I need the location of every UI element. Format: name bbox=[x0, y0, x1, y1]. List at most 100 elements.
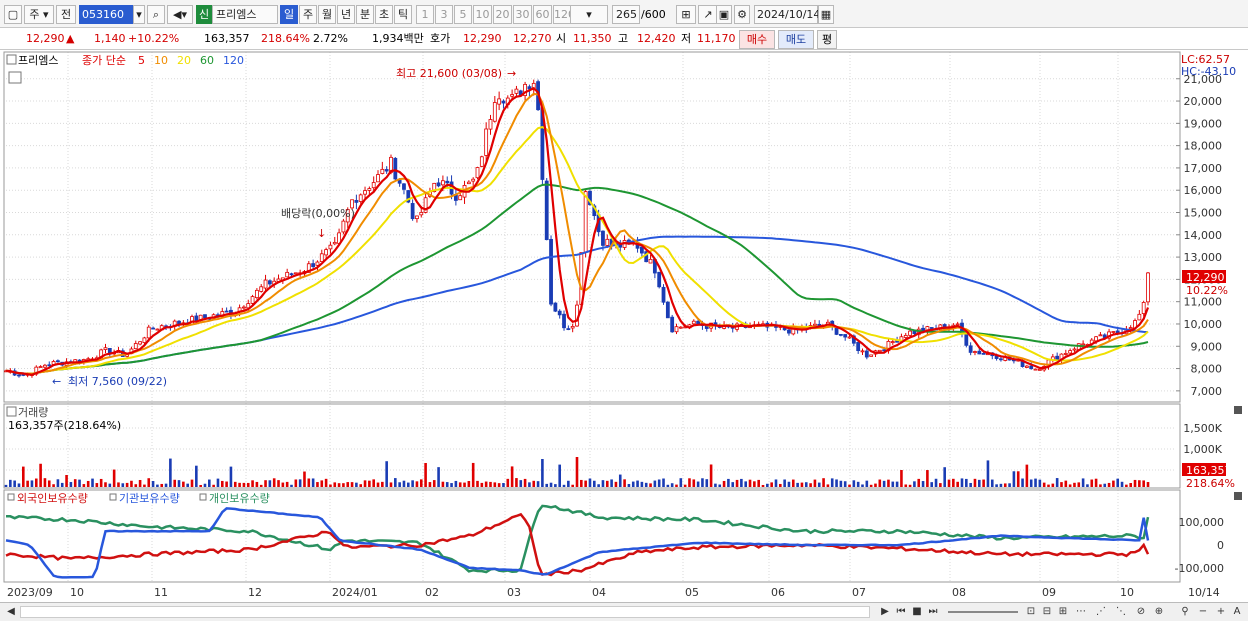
volume-close-icon[interactable] bbox=[1234, 406, 1242, 414]
candle-body bbox=[912, 330, 917, 335]
ma-period-label: 5 bbox=[138, 54, 145, 67]
period-tab[interactable]: 주 bbox=[299, 5, 317, 24]
tool-icon-7[interactable]: ⊘ bbox=[1134, 605, 1148, 619]
period-tab[interactable]: 일 bbox=[280, 5, 298, 24]
hold-tick-label: 100,000 bbox=[1179, 516, 1225, 529]
save-icon[interactable]: ▣ bbox=[716, 5, 732, 24]
scroll-right-icon[interactable]: ▶ bbox=[878, 605, 892, 619]
bid-price: 12,270 bbox=[513, 32, 552, 45]
plus-icon[interactable]: + bbox=[1214, 605, 1228, 619]
play-end-icon[interactable]: ⏭ bbox=[926, 605, 940, 619]
volume-ratio: 218.64% bbox=[261, 32, 310, 45]
tool-icon-6[interactable]: ⋱ bbox=[1114, 605, 1128, 619]
chart-area[interactable]: 21,000 20,000 19,000 18,000 17,000 16,000 15,0… bbox=[0, 50, 1248, 602]
volume-bar bbox=[774, 479, 778, 487]
table-icon[interactable] bbox=[8, 71, 22, 84]
volume-bar bbox=[770, 482, 773, 487]
high-arrow-icon: → bbox=[507, 67, 516, 80]
volume-bar bbox=[43, 478, 47, 487]
zoom-icon[interactable]: ⚲ bbox=[1178, 605, 1192, 619]
interval-tab[interactable]: 5 bbox=[454, 5, 472, 24]
eval-button[interactable]: 평 bbox=[817, 30, 837, 49]
volume-bar bbox=[1055, 478, 1059, 487]
period-tab[interactable]: 분 bbox=[356, 5, 374, 24]
tool-icon-8[interactable]: ⊕ bbox=[1152, 605, 1166, 619]
volume-bar bbox=[497, 483, 501, 487]
volume-bar bbox=[657, 479, 661, 487]
code-input[interactable]: 053160 bbox=[79, 5, 133, 24]
tool-icon-3[interactable]: ⊞ bbox=[1056, 605, 1070, 619]
interval-select[interactable]: ▾ bbox=[570, 5, 608, 24]
candle-body bbox=[367, 188, 372, 191]
tool-icon-1[interactable]: ⊡ bbox=[1024, 605, 1038, 619]
volume-bar bbox=[65, 475, 68, 487]
stop-icon[interactable]: ■ bbox=[910, 605, 924, 619]
interval-tab[interactable]: 3 bbox=[435, 5, 453, 24]
tool-icon-4[interactable]: ⋯ bbox=[1074, 605, 1088, 619]
candle-body bbox=[133, 343, 138, 350]
sell-button[interactable]: 매도 bbox=[778, 30, 814, 49]
speaker-icon[interactable]: ◀▾ bbox=[167, 5, 193, 24]
count-input[interactable]: 265 bbox=[612, 5, 640, 24]
calendar-icon[interactable]: ▦ bbox=[818, 5, 834, 24]
period-tab[interactable]: 틱 bbox=[394, 5, 412, 24]
tool-icon-2[interactable]: ⊟ bbox=[1040, 605, 1054, 619]
draw-tool-icon[interactable]: ↗ bbox=[698, 5, 718, 24]
window-icon[interactable]: ▢ bbox=[4, 5, 22, 24]
buy-button[interactable]: 매수 bbox=[739, 30, 775, 49]
zoom-slider[interactable] bbox=[948, 611, 1018, 613]
market-select[interactable]: 주 ▾ bbox=[24, 5, 54, 24]
gear-icon[interactable]: ⚙ bbox=[734, 5, 750, 24]
scroll-left-icon[interactable]: ◀ bbox=[4, 605, 18, 619]
prev-button[interactable]: 전 bbox=[56, 5, 76, 24]
panel-frames bbox=[3, 51, 1181, 583]
volume-bar bbox=[285, 481, 289, 487]
volume-bar bbox=[450, 483, 453, 487]
interval-tab[interactable]: 1 bbox=[416, 5, 434, 24]
volume-bar bbox=[268, 480, 272, 487]
date-input[interactable]: 2024/10/14 bbox=[754, 5, 820, 24]
candle-icon[interactable]: ⊞ bbox=[676, 5, 696, 24]
volume-bar bbox=[510, 466, 514, 487]
volume-bar bbox=[415, 481, 419, 487]
minus-icon[interactable]: − bbox=[1196, 605, 1210, 619]
interval-tab[interactable]: 60 bbox=[533, 5, 552, 24]
interval-tab[interactable]: 20 bbox=[493, 5, 512, 24]
volume-bar bbox=[670, 483, 674, 487]
interval-tab[interactable]: 10 bbox=[473, 5, 492, 24]
rewind-icon[interactable]: ⏮ bbox=[894, 605, 908, 619]
grid bbox=[6, 52, 1176, 582]
y-tick-label: 18,000 bbox=[1184, 140, 1223, 153]
candle-body bbox=[514, 88, 519, 94]
code-dropdown-icon[interactable]: ▾ bbox=[133, 5, 145, 24]
period-tab[interactable]: 월 bbox=[318, 5, 336, 24]
candle-body bbox=[864, 350, 869, 358]
y-tick-label: 10,000 bbox=[1184, 318, 1223, 331]
volume-bar bbox=[381, 481, 384, 487]
stock-name: 프리엠스 bbox=[212, 5, 278, 24]
volume-bar bbox=[1099, 484, 1102, 487]
candle-body bbox=[410, 203, 415, 220]
volume-bar bbox=[1064, 480, 1068, 487]
search-icon[interactable]: ⌕ bbox=[147, 5, 165, 24]
volume-bar bbox=[744, 481, 748, 487]
holding-close-icon[interactable] bbox=[1234, 492, 1242, 500]
period-tab[interactable]: 년 bbox=[337, 5, 355, 24]
hc-value: HC:-43.10 bbox=[1181, 65, 1236, 78]
dividend-arrow-icon: ↓ bbox=[317, 227, 326, 240]
volume-bar bbox=[783, 479, 786, 487]
open-price: 11,350 bbox=[573, 32, 612, 45]
font-icon[interactable]: A bbox=[1230, 605, 1244, 619]
volume-bar bbox=[727, 478, 730, 487]
volume-bar bbox=[506, 478, 510, 487]
volume-bar bbox=[990, 479, 994, 487]
candle-body bbox=[484, 128, 489, 156]
tool-icon-5[interactable]: ⋰ bbox=[1094, 605, 1108, 619]
scroll-track[interactable] bbox=[20, 606, 870, 618]
volume-bar bbox=[246, 482, 250, 487]
interval-tab[interactable]: 30 bbox=[513, 5, 532, 24]
candle-body bbox=[324, 249, 329, 256]
volume-bar bbox=[913, 481, 916, 487]
volume-bar bbox=[1146, 482, 1150, 487]
period-tab[interactable]: 초 bbox=[375, 5, 393, 24]
